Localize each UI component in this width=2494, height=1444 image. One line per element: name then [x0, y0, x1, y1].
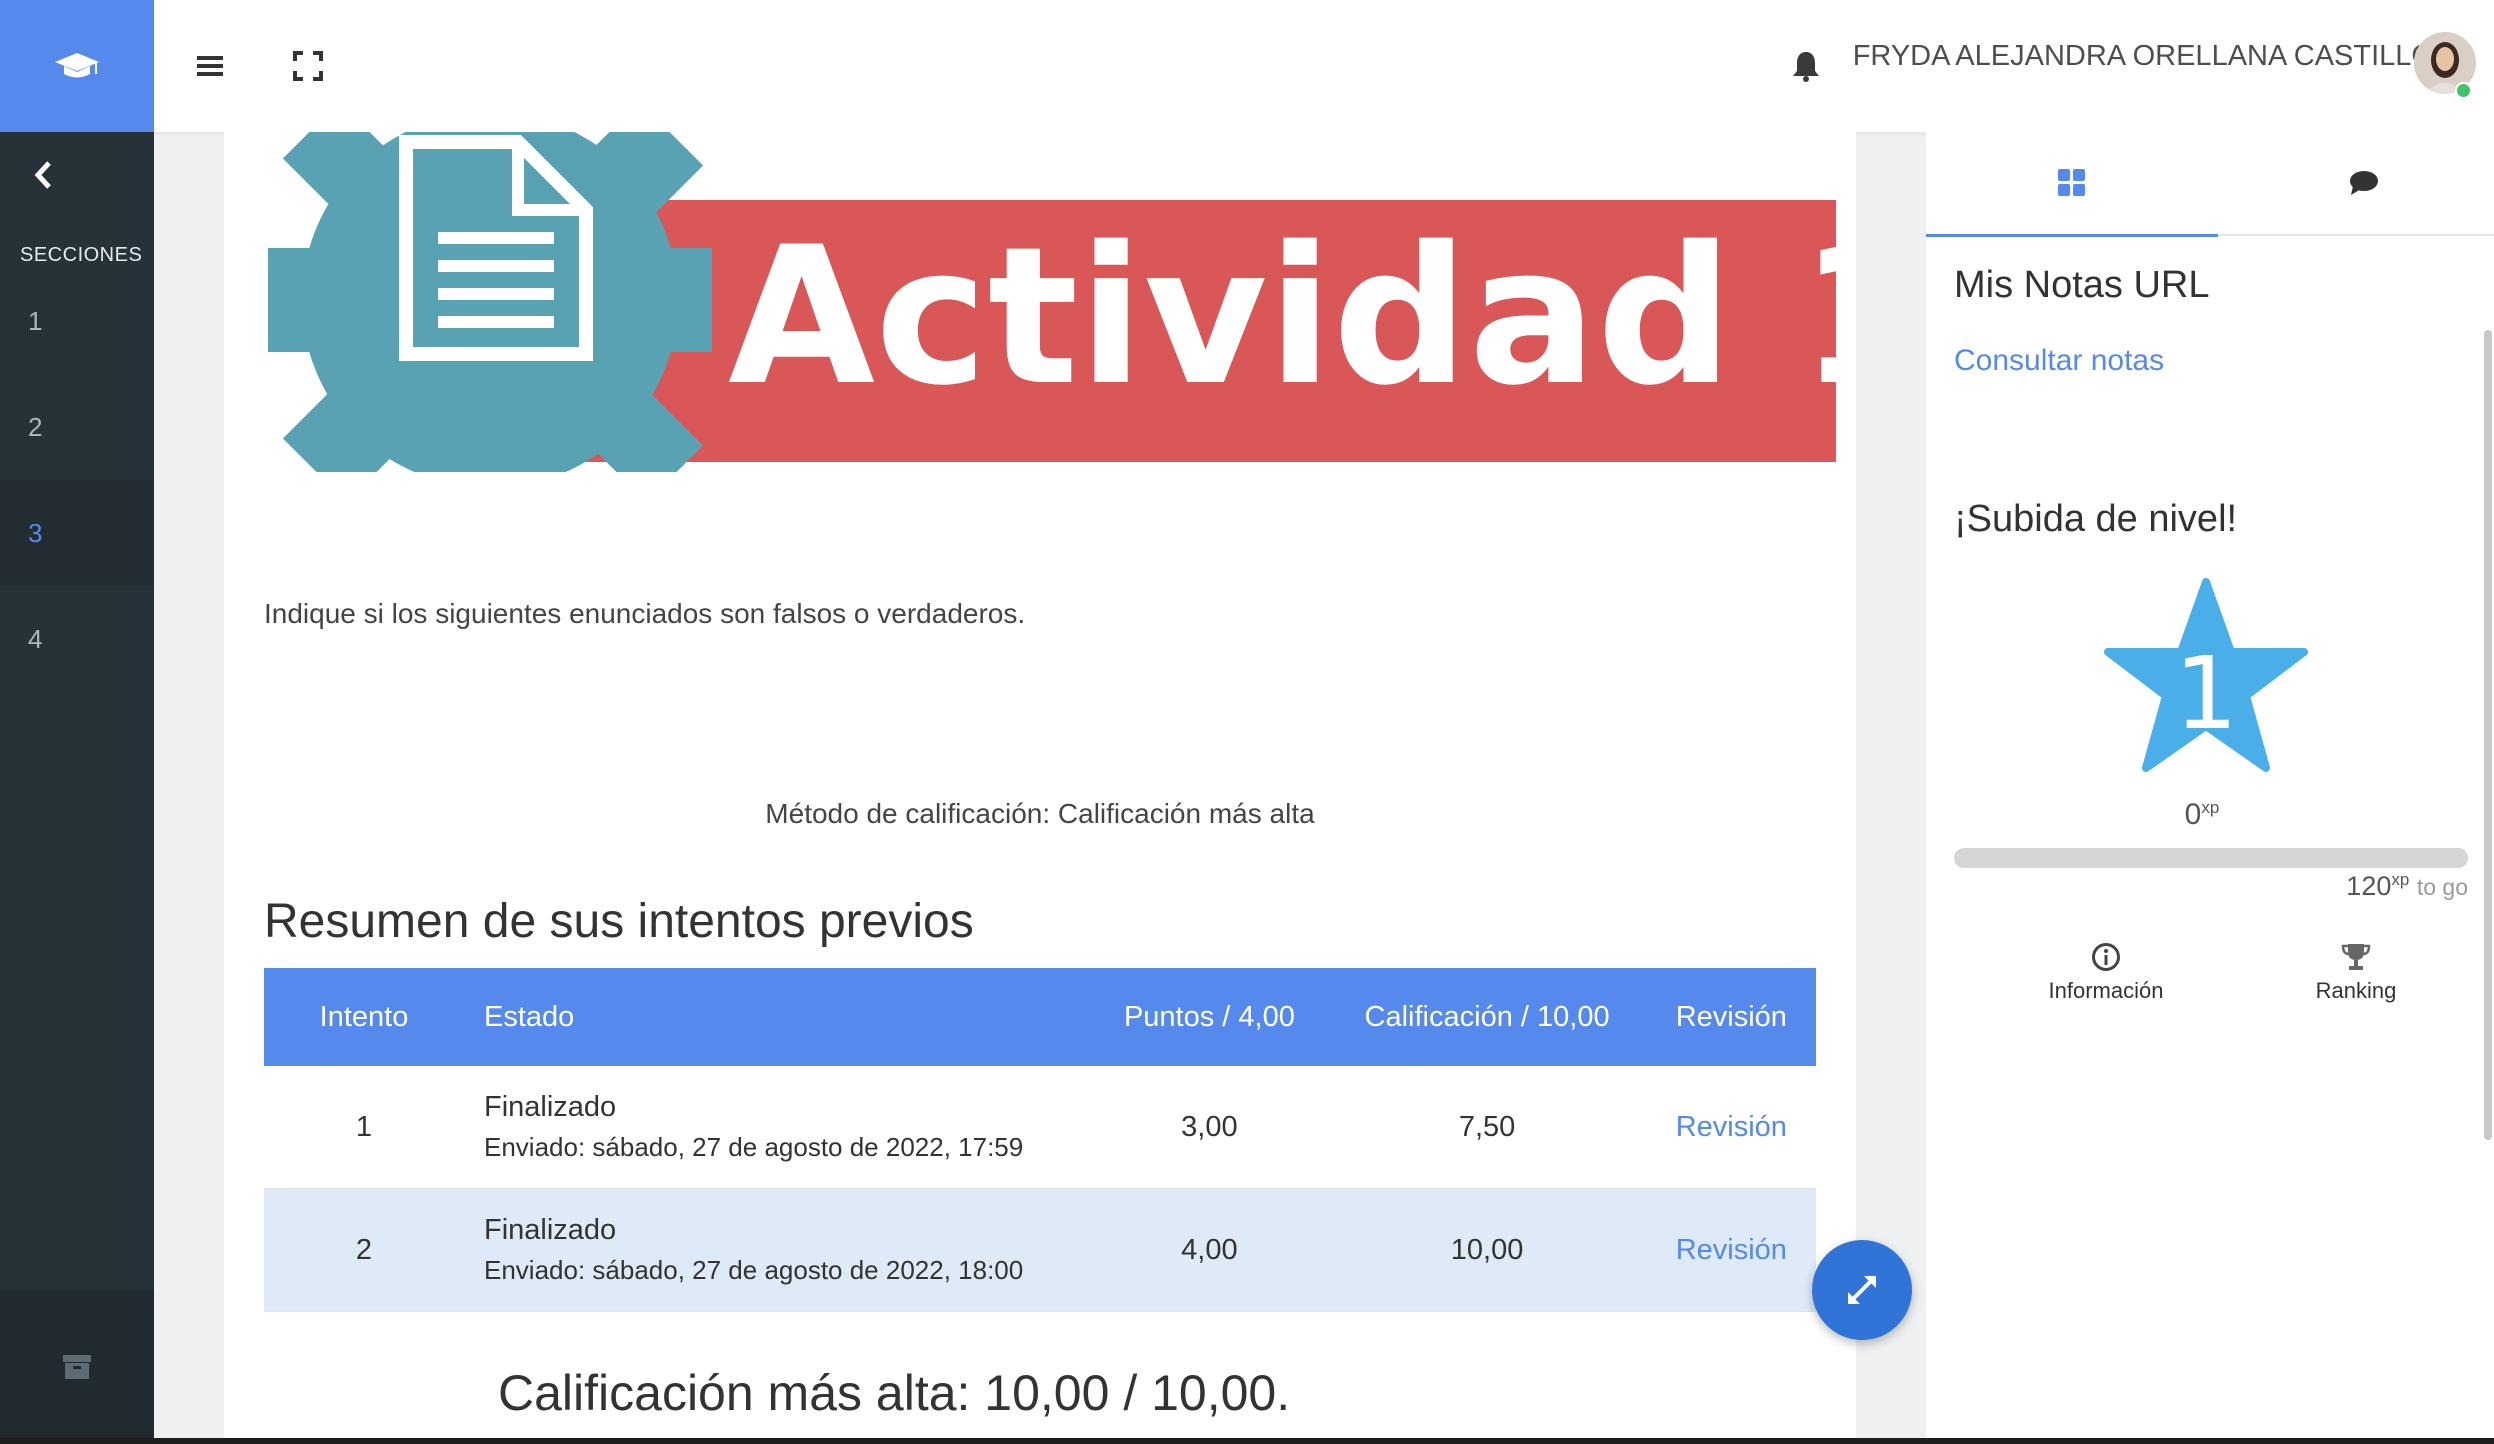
- review-link[interactable]: Revisión: [1676, 1111, 1787, 1143]
- xp-total: 0xp: [1926, 798, 2478, 832]
- sections-title: SECCIONES: [20, 244, 143, 266]
- panel-scrollbar[interactable]: [2484, 330, 2492, 1140]
- ranking-label: Ranking: [2315, 978, 2397, 1003]
- grid-icon: [2058, 169, 2085, 196]
- col-review: Revisión: [1646, 968, 1816, 1066]
- attempt-number: 1: [264, 1066, 464, 1189]
- attempt-state: Finalizado Enviado: sábado, 27 de agosto…: [464, 1066, 1092, 1189]
- notes-block-title: Mis Notas URL: [1954, 264, 2210, 306]
- fullscreen-button[interactable]: [286, 44, 330, 88]
- to-go-label: to go: [2416, 874, 2468, 900]
- attempt-state: Finalizado Enviado: sábado, 27 de agosto…: [464, 1188, 1092, 1312]
- bell-icon: [1793, 52, 1819, 82]
- quiz-content: Actividad 1 Indique si los siguientes en…: [224, 132, 1856, 1444]
- notifications-button[interactable]: [1784, 44, 1828, 88]
- attempts-table: Intento Estado Puntos / 4,00 Calificació…: [264, 968, 1816, 1312]
- attempt-number: 2: [264, 1188, 464, 1312]
- question-intro: Indique si los siguientes enunciados son…: [264, 598, 1026, 629]
- section-label: 2: [28, 411, 43, 442]
- collapse-drawer-button[interactable]: [28, 155, 58, 195]
- submitted-date: Enviado: sábado, 27 de agosto de 2022, 1…: [484, 1255, 1024, 1285]
- best-grade: Calificación más alta: 10,00 / 10,00.: [498, 1365, 1291, 1421]
- to-go-unit: xp: [2391, 870, 2410, 889]
- attempt-grade: 10,00: [1327, 1188, 1647, 1312]
- trophy-icon: [2341, 944, 2371, 970]
- right-block-panel: Mis Notas URL Consultar notas ¡Subida de…: [1926, 132, 2494, 1444]
- xp-value: 0: [2184, 798, 2202, 831]
- attempt-points: 4,00: [1091, 1188, 1328, 1312]
- level-up-title: ¡Subida de nivel!: [1954, 498, 2238, 540]
- section-label: 3: [28, 517, 43, 548]
- course-index-rail: SECCIONES 1 2 3 4: [0, 0, 154, 1444]
- review-cell: Revisión: [1646, 1066, 1816, 1189]
- info-button[interactable]: Información: [2006, 942, 2206, 1004]
- info-icon: [2092, 943, 2120, 971]
- expand-icon: [293, 51, 323, 81]
- section-label: 1: [28, 305, 43, 336]
- section-item-1[interactable]: 1: [0, 268, 154, 374]
- section-label: 4: [28, 623, 43, 654]
- window-bottom-edge: [0, 1438, 2494, 1444]
- archive-button[interactable]: [0, 1290, 154, 1444]
- section-item-3[interactable]: 3: [0, 480, 154, 586]
- check-grades-link[interactable]: Consultar notas: [1954, 344, 2164, 378]
- archive-icon: [63, 1355, 91, 1379]
- table-row: 1 Finalizado Enviado: sábado, 27 de agos…: [264, 1066, 1816, 1189]
- review-link[interactable]: Revisión: [1676, 1234, 1787, 1266]
- state-label: Finalizado: [484, 1214, 617, 1246]
- hamburger-icon: [197, 56, 223, 76]
- section-item-4[interactable]: 4: [0, 586, 154, 692]
- section-item-2[interactable]: 2: [0, 374, 154, 480]
- banner-text: Actividad 1: [728, 206, 1848, 427]
- grading-method: Método de calificación: Calificación más…: [765, 798, 1315, 829]
- chat-bubble-icon: [2350, 171, 2378, 195]
- table-row: 2 Finalizado Enviado: sábado, 27 de agos…: [264, 1188, 1816, 1312]
- menu-toggle-button[interactable]: [188, 44, 232, 88]
- summary-heading: Resumen de sus intentos previos: [264, 895, 974, 948]
- graduation-cap-icon: [55, 53, 99, 78]
- tab-messages[interactable]: [2218, 132, 2494, 236]
- col-attempt: Intento: [264, 968, 464, 1066]
- diagonal-expand-icon: [1848, 1276, 1876, 1304]
- online-status-dot: [2455, 82, 2472, 99]
- table-header-row: Intento Estado Puntos / 4,00 Calificació…: [264, 968, 1816, 1066]
- submitted-date: Enviado: sábado, 27 de agosto de 2022, 1…: [484, 1132, 1024, 1162]
- info-label: Información: [2048, 978, 2164, 1003]
- xp-progress-bar: [1954, 848, 2468, 868]
- review-cell: Revisión: [1646, 1188, 1816, 1312]
- xp-unit: xp: [2201, 798, 2220, 817]
- to-go-value: 120: [2346, 871, 2392, 901]
- gear-icon: [268, 132, 712, 472]
- level-star-badge: 1: [2104, 578, 2308, 772]
- level-number: 1: [2174, 635, 2238, 752]
- attempt-points: 3,00: [1091, 1066, 1328, 1189]
- state-label: Finalizado: [484, 1091, 617, 1123]
- tab-blocks[interactable]: [1926, 132, 2218, 237]
- home-logo-button[interactable]: [0, 0, 154, 132]
- activity-banner: Actividad 1: [268, 132, 1848, 472]
- top-navbar: FRYDA ALEJANDRA ORELLANA CASTILLO: [154, 0, 2494, 132]
- chevron-left-icon: [34, 161, 51, 189]
- expand-panel-button[interactable]: [1812, 1240, 1912, 1340]
- user-name: FRYDA ALEJANDRA ORELLANA CASTILLO: [1852, 40, 2434, 72]
- xp-to-go: 120xp to go: [2346, 870, 2468, 902]
- col-points: Puntos / 4,00: [1091, 968, 1328, 1066]
- col-state: Estado: [464, 968, 1092, 1066]
- col-grade: Calificación / 10,00: [1327, 968, 1647, 1066]
- user-menu[interactable]: FRYDA ALEJANDRA ORELLANA CASTILLO: [1852, 32, 2476, 99]
- attempt-grade: 7,50: [1327, 1066, 1647, 1189]
- ranking-button[interactable]: Ranking: [2256, 942, 2456, 1004]
